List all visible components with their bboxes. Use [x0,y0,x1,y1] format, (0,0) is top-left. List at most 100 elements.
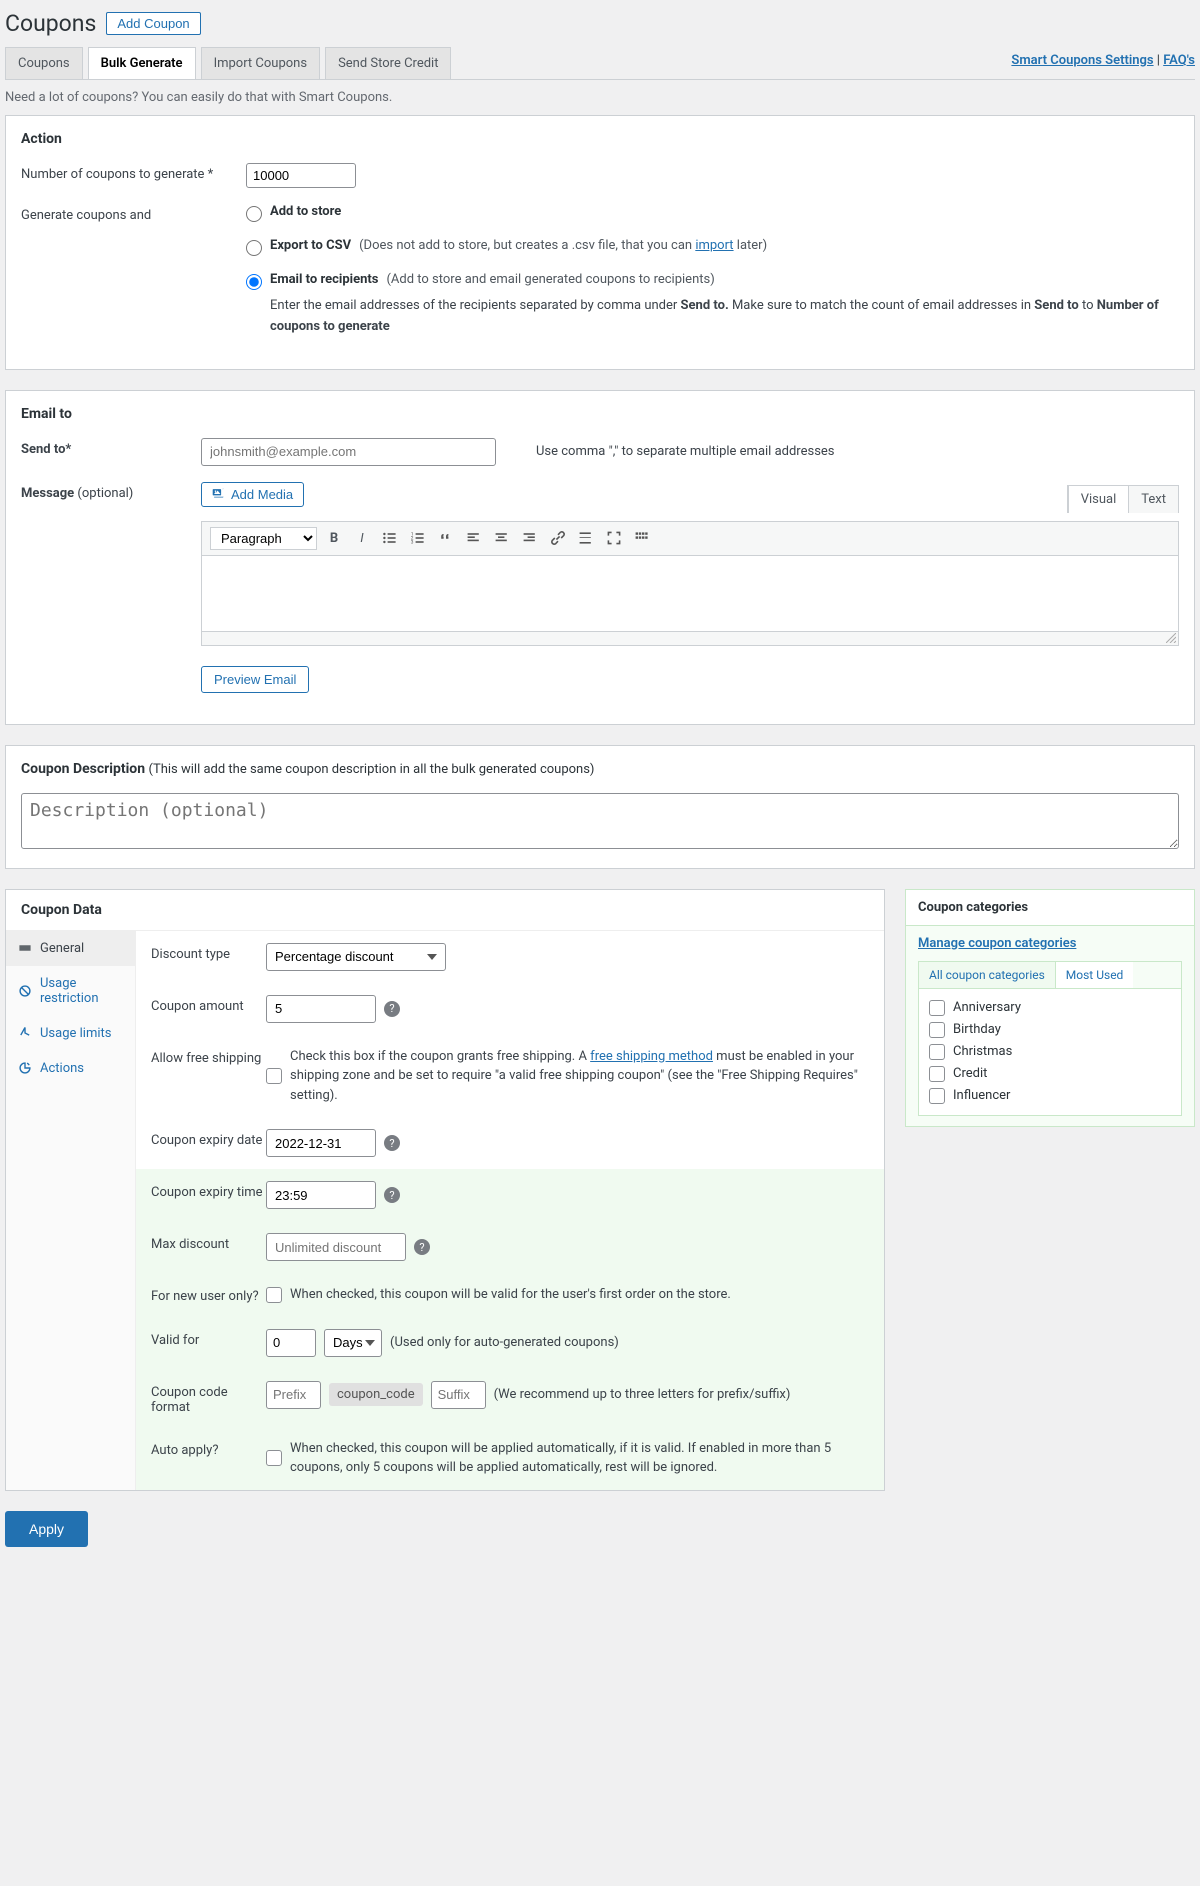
categories-panel: Coupon categories Manage coupon categori… [905,889,1195,1127]
resize-grip-icon[interactable] [1166,633,1176,643]
text-tab[interactable]: Text [1128,486,1178,513]
category-label: Birthday [953,1022,1001,1037]
align-right-icon[interactable] [519,527,541,549]
new-user-desc: When checked, this coupon will be valid … [290,1285,731,1305]
sidebar-item-general[interactable]: General [6,931,135,966]
editor-toolbar: Paragraph B I 123 [202,522,1178,556]
expiry-time-input[interactable] [266,1181,376,1209]
send-to-label: Send to* [21,438,201,457]
description-textarea[interactable] [21,793,1179,849]
sidebar-item-usage-restriction[interactable]: Usage restriction [6,966,135,1016]
manage-categories-link[interactable]: Manage coupon categories [918,936,1076,951]
editor-box: Paragraph B I 123 [201,521,1179,646]
help-icon[interactable]: ? [384,1187,400,1203]
readmore-icon[interactable] [575,527,597,549]
suffix-input[interactable] [431,1381,486,1409]
import-link[interactable]: import [695,238,733,253]
radio-email-desc: (Add to store and email generated coupon… [386,272,714,287]
valid-for-unit-select[interactable]: Days [324,1329,382,1357]
page-title: Coupons [5,10,96,37]
toolbar-toggle-icon[interactable] [631,527,653,549]
message-label: Message (optional) [21,482,201,501]
category-label: Influencer [953,1088,1010,1103]
radio-export-csv[interactable] [246,240,262,256]
faq-link[interactable]: FAQ's [1163,53,1195,68]
max-discount-input[interactable] [266,1233,406,1261]
category-label: Anniversary [953,1000,1021,1015]
visual-tab[interactable]: Visual [1068,486,1129,513]
valid-for-number-input[interactable] [266,1329,316,1357]
preview-email-button[interactable]: Preview Email [201,666,309,693]
radio-export-label: Export to CSV [270,238,351,253]
media-icon [212,487,226,501]
category-checkbox[interactable] [929,1022,945,1038]
coupon-amount-input[interactable] [266,995,376,1023]
new-user-checkbox[interactable] [266,1287,282,1303]
category-item: Anniversary [929,997,1171,1019]
svg-text:3: 3 [411,540,414,546]
expiry-date-label: Coupon expiry date [151,1129,266,1148]
category-checkbox[interactable] [929,1066,945,1082]
bullet-list-icon[interactable] [379,527,401,549]
radio-email-recipients[interactable] [246,274,262,290]
free-shipping-link[interactable]: free shipping method [590,1049,713,1064]
radio-add-to-store[interactable] [246,206,262,222]
free-shipping-label: Allow free shipping [151,1047,266,1066]
email-detail: Enter the email addresses of the recipie… [270,296,1179,338]
quote-icon[interactable] [435,527,457,549]
tab-send-store-credit[interactable]: Send Store Credit [325,47,451,79]
prefix-input[interactable] [266,1381,321,1409]
help-icon[interactable]: ? [414,1239,430,1255]
auto-apply-label: Auto apply? [151,1439,266,1458]
smart-coupons-settings-link[interactable]: Smart Coupons Settings [1011,53,1153,68]
cat-tab-most-used[interactable]: Most Used [1056,962,1134,988]
align-left-icon[interactable] [463,527,485,549]
category-checkbox[interactable] [929,1044,945,1060]
cat-tab-all[interactable]: All coupon categories [919,962,1056,988]
sidebar-icon [18,941,32,955]
category-item: Birthday [929,1019,1171,1041]
fullscreen-icon[interactable] [603,527,625,549]
paragraph-select[interactable]: Paragraph [210,527,317,550]
email-title: Email to [21,406,1179,422]
tab-coupons[interactable]: Coupons [5,47,83,79]
generate-label: Generate coupons and [21,204,246,223]
category-checkbox[interactable] [929,1000,945,1016]
top-links: Smart Coupons Settings | FAQ's [1011,47,1195,79]
tab-bulk-generate[interactable]: Bulk Generate [88,47,196,79]
radio-email-label: Email to recipients [270,272,378,287]
add-media-button[interactable]: Add Media [201,482,304,507]
tab-import-coupons[interactable]: Import Coupons [201,47,321,79]
category-item: Christmas [929,1041,1171,1063]
discount-type-select[interactable]: Percentage discount [266,943,446,971]
category-item: Influencer [929,1085,1171,1107]
sidebar-item-usage-limits[interactable]: Usage limits [6,1016,135,1051]
apply-button[interactable]: Apply [5,1511,88,1547]
email-panel: Email to Send to* Use comma "," to separ… [5,390,1195,725]
free-shipping-checkbox[interactable] [266,1068,282,1084]
category-label: Credit [953,1066,987,1081]
code-chip: coupon_code [329,1383,423,1406]
action-title: Action [21,131,1179,147]
send-to-input[interactable] [201,438,496,466]
help-icon[interactable]: ? [384,1135,400,1151]
italic-icon[interactable]: I [351,527,373,549]
code-format-desc: (We recommend up to three letters for pr… [494,1385,791,1405]
auto-apply-checkbox[interactable] [266,1450,282,1466]
sidebar-icon [18,1026,32,1040]
category-checkbox[interactable] [929,1088,945,1104]
max-discount-label: Max discount [151,1233,266,1252]
sidebar-icon [18,1061,32,1075]
expiry-time-label: Coupon expiry time [151,1181,266,1200]
help-icon[interactable]: ? [384,1001,400,1017]
link-icon[interactable] [547,527,569,549]
number-list-icon[interactable]: 123 [407,527,429,549]
expiry-date-input[interactable] [266,1129,376,1157]
editor-textarea[interactable] [202,556,1178,631]
add-coupon-button[interactable]: Add Coupon [106,12,200,35]
align-center-icon[interactable] [491,527,513,549]
sidebar-item-actions[interactable]: Actions [6,1051,135,1086]
category-label: Christmas [953,1044,1012,1059]
bold-icon[interactable]: B [323,527,345,549]
num-coupons-input[interactable] [246,163,356,188]
